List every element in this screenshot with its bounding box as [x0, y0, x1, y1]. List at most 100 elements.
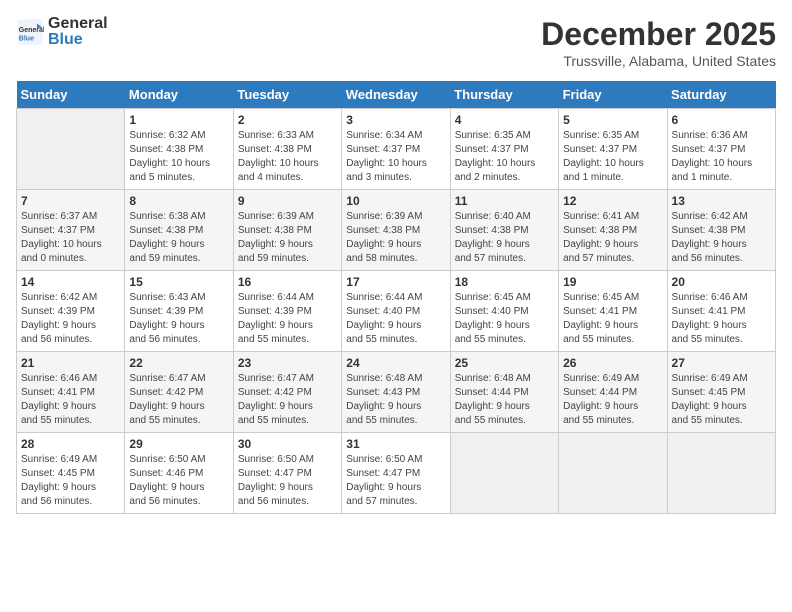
- day-number: 10: [346, 194, 445, 208]
- calendar-cell: 12 Sunrise: 6:41 AM Sunset: 4:38 PM Dayli…: [559, 190, 667, 271]
- svg-text:General: General: [19, 27, 44, 34]
- calendar-cell: 11Sunrise: 6:40 AM Sunset: 4:38 PM Dayli…: [450, 190, 558, 271]
- calendar-cell: 7Sunrise: 6:37 AM Sunset: 4:37 PM Daylig…: [17, 190, 125, 271]
- day-info: Sunrise: 6:50 AM Sunset: 4:47 PM Dayligh…: [238, 453, 337, 509]
- day-info: Sunrise: 6:36 AM Sunset: 4:37 PM Dayligh…: [672, 129, 771, 185]
- day-number: 14: [21, 275, 120, 289]
- title-area: December 2025 Trussville, Alabama, Unite…: [541, 16, 776, 69]
- calendar-cell: 20 Sunrise: 6:46 AM Sunset: 4:41 PM Dayli…: [667, 271, 775, 352]
- calendar-cell: 14 Sunrise: 6:42 AM Sunset: 4:39 PM Dayli…: [17, 271, 125, 352]
- page-header: General Blue General Blue December 2025 …: [16, 16, 776, 69]
- day-info: Sunrise: 6:35 AM Sunset: 4:37 PM Dayligh…: [455, 129, 554, 185]
- day-info: Sunrise: 6:42 AM Sunset: 4:38 PM Dayligh…: [672, 210, 771, 266]
- day-number: 22: [129, 356, 228, 370]
- col-header-sunday: Sunday: [17, 81, 125, 109]
- calendar-cell: 29 Sunrise: 6:50 AM Sunset: 4:46 PM Dayli…: [125, 433, 233, 514]
- calendar-title: December 2025: [541, 16, 776, 53]
- calendar-cell: 15 Sunrise: 6:43 AM Sunset: 4:39 PM Dayli…: [125, 271, 233, 352]
- day-number: 9: [238, 194, 337, 208]
- day-info: Sunrise: 6:48 AM Sunset: 4:43 PM Dayligh…: [346, 372, 445, 428]
- day-number: 24: [346, 356, 445, 370]
- day-number: 3: [346, 113, 445, 127]
- calendar-week-2: 7Sunrise: 6:37 AM Sunset: 4:37 PM Daylig…: [17, 190, 776, 271]
- day-number: 20: [672, 275, 771, 289]
- day-info: Sunrise: 6:49 AM Sunset: 4:44 PM Dayligh…: [563, 372, 662, 428]
- calendar-cell: 17Sunrise: 6:44 AM Sunset: 4:40 PM Dayli…: [342, 271, 450, 352]
- calendar-cell: 4 Sunrise: 6:35 AM Sunset: 4:37 PM Daylig…: [450, 109, 558, 190]
- day-info: Sunrise: 6:32 AM Sunset: 4:38 PM Dayligh…: [129, 129, 228, 185]
- calendar-cell: 28 Sunrise: 6:49 AM Sunset: 4:45 PM Dayli…: [17, 433, 125, 514]
- day-number: 1: [129, 113, 228, 127]
- calendar-cell: 22 Sunrise: 6:47 AM Sunset: 4:42 PM Dayli…: [125, 352, 233, 433]
- day-info: Sunrise: 6:49 AM Sunset: 4:45 PM Dayligh…: [672, 372, 771, 428]
- day-number: 12: [563, 194, 662, 208]
- calendar-cell: 13 Sunrise: 6:42 AM Sunset: 4:38 PM Dayli…: [667, 190, 775, 271]
- calendar-header-row: SundayMondayTuesdayWednesdayThursdayFrid…: [17, 81, 776, 109]
- calendar-cell: 6 Sunrise: 6:36 AM Sunset: 4:37 PM Daylig…: [667, 109, 775, 190]
- logo-general-text: General: [48, 15, 108, 32]
- calendar-week-1: 1 Sunrise: 6:32 AM Sunset: 4:38 PM Daylig…: [17, 109, 776, 190]
- day-info: Sunrise: 6:34 AM Sunset: 4:37 PM Dayligh…: [346, 129, 445, 185]
- day-info: Sunrise: 6:49 AM Sunset: 4:45 PM Dayligh…: [21, 453, 120, 509]
- day-number: 27: [672, 356, 771, 370]
- day-info: Sunrise: 6:43 AM Sunset: 4:39 PM Dayligh…: [129, 291, 228, 347]
- day-info: Sunrise: 6:46 AM Sunset: 4:41 PM Dayligh…: [672, 291, 771, 347]
- day-info: Sunrise: 6:50 AM Sunset: 4:46 PM Dayligh…: [129, 453, 228, 509]
- calendar-cell: 16Sunrise: 6:44 AM Sunset: 4:39 PM Dayli…: [233, 271, 341, 352]
- day-info: Sunrise: 6:48 AM Sunset: 4:44 PM Dayligh…: [455, 372, 554, 428]
- col-header-monday: Monday: [125, 81, 233, 109]
- day-info: Sunrise: 6:42 AM Sunset: 4:39 PM Dayligh…: [21, 291, 120, 347]
- calendar-subtitle: Trussville, Alabama, United States: [541, 53, 776, 69]
- day-info: Sunrise: 6:38 AM Sunset: 4:38 PM Dayligh…: [129, 210, 228, 266]
- calendar-cell: [559, 433, 667, 514]
- day-info: Sunrise: 6:46 AM Sunset: 4:41 PM Dayligh…: [21, 372, 120, 428]
- svg-text:Blue: Blue: [19, 35, 34, 42]
- calendar-cell: 1 Sunrise: 6:32 AM Sunset: 4:38 PM Daylig…: [125, 109, 233, 190]
- day-number: 18: [455, 275, 554, 289]
- logo: General Blue General Blue: [16, 16, 108, 48]
- day-info: Sunrise: 6:41 AM Sunset: 4:38 PM Dayligh…: [563, 210, 662, 266]
- calendar-cell: 26 Sunrise: 6:49 AM Sunset: 4:44 PM Dayli…: [559, 352, 667, 433]
- day-number: 30: [238, 437, 337, 451]
- day-number: 2: [238, 113, 337, 127]
- logo-blue-text: Blue: [48, 31, 83, 48]
- col-header-friday: Friday: [559, 81, 667, 109]
- day-info: Sunrise: 6:47 AM Sunset: 4:42 PM Dayligh…: [129, 372, 228, 428]
- calendar-cell: [450, 433, 558, 514]
- day-number: 19: [563, 275, 662, 289]
- col-header-tuesday: Tuesday: [233, 81, 341, 109]
- calendar-cell: 8 Sunrise: 6:38 AM Sunset: 4:38 PM Daylig…: [125, 190, 233, 271]
- day-number: 29: [129, 437, 228, 451]
- calendar-cell: 9Sunrise: 6:39 AM Sunset: 4:38 PM Daylig…: [233, 190, 341, 271]
- day-info: Sunrise: 6:45 AM Sunset: 4:40 PM Dayligh…: [455, 291, 554, 347]
- day-number: 15: [129, 275, 228, 289]
- day-number: 4: [455, 113, 554, 127]
- calendar-cell: 24 Sunrise: 6:48 AM Sunset: 4:43 PM Dayli…: [342, 352, 450, 433]
- day-info: Sunrise: 6:35 AM Sunset: 4:37 PM Dayligh…: [563, 129, 662, 185]
- logo-icon: General Blue: [16, 18, 44, 46]
- day-number: 13: [672, 194, 771, 208]
- day-info: Sunrise: 6:45 AM Sunset: 4:41 PM Dayligh…: [563, 291, 662, 347]
- day-number: 28: [21, 437, 120, 451]
- day-info: Sunrise: 6:33 AM Sunset: 4:38 PM Dayligh…: [238, 129, 337, 185]
- col-header-wednesday: Wednesday: [342, 81, 450, 109]
- day-number: 21: [21, 356, 120, 370]
- calendar-cell: 31Sunrise: 6:50 AM Sunset: 4:47 PM Dayli…: [342, 433, 450, 514]
- day-number: 5: [563, 113, 662, 127]
- col-header-thursday: Thursday: [450, 81, 558, 109]
- day-number: 8: [129, 194, 228, 208]
- calendar-cell: 23Sunrise: 6:47 AM Sunset: 4:42 PM Dayli…: [233, 352, 341, 433]
- day-number: 16: [238, 275, 337, 289]
- calendar-week-4: 21 Sunrise: 6:46 AM Sunset: 4:41 PM Dayli…: [17, 352, 776, 433]
- day-info: Sunrise: 6:50 AM Sunset: 4:47 PM Dayligh…: [346, 453, 445, 509]
- day-number: 23: [238, 356, 337, 370]
- calendar-cell: 18 Sunrise: 6:45 AM Sunset: 4:40 PM Dayli…: [450, 271, 558, 352]
- day-number: 26: [563, 356, 662, 370]
- day-number: 6: [672, 113, 771, 127]
- day-info: Sunrise: 6:44 AM Sunset: 4:40 PM Dayligh…: [346, 291, 445, 347]
- calendar-cell: 30 Sunrise: 6:50 AM Sunset: 4:47 PM Dayli…: [233, 433, 341, 514]
- day-number: 7: [21, 194, 120, 208]
- day-number: 11: [455, 194, 554, 208]
- calendar-table: SundayMondayTuesdayWednesdayThursdayFrid…: [16, 81, 776, 514]
- calendar-cell: 3 Sunrise: 6:34 AM Sunset: 4:37 PM Daylig…: [342, 109, 450, 190]
